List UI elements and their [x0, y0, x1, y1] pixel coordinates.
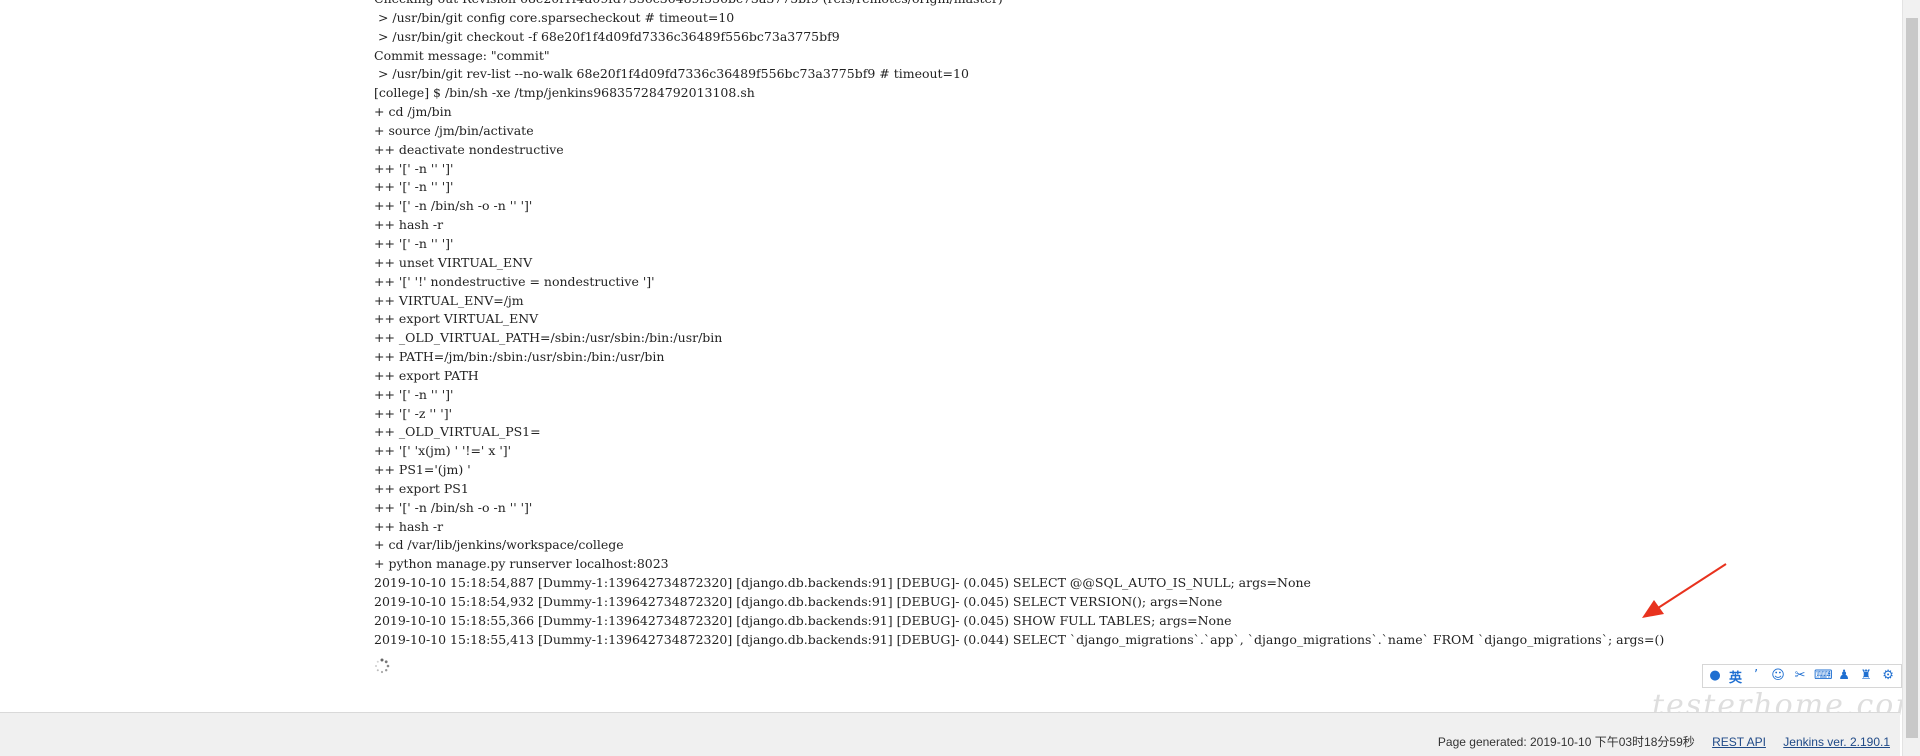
console-line: ++ '[' -n '' ']': [374, 386, 454, 402]
console-line: ++ '[' -n /bin/sh -o -n '' ']': [374, 198, 533, 214]
console-line: > /usr/bin/git checkout -f 68e20f1f4d09f…: [374, 28, 840, 44]
console-line: Commit message: "commit": [374, 47, 550, 63]
user-icon[interactable]: ♟: [1836, 668, 1852, 684]
console-line: 2019-10-10 15:18:55,413 [Dummy-1:1396427…: [374, 631, 1665, 647]
console-line: ++ '[' 'x(jm) ' '!=' x ']': [374, 443, 512, 459]
console-line: ++ export VIRTUAL_ENV: [374, 311, 539, 327]
console-line: + cd /var/lib/jenkins/workspace/college: [374, 537, 624, 553]
settings-gear-icon[interactable]: ⚙: [1880, 668, 1896, 684]
console-line: ++ deactivate nondestructive: [374, 141, 564, 157]
console-line: ++ hash -r: [374, 217, 444, 233]
ime-toolbar[interactable]: ● 英 ’ ☺ ✂ ⌨ ♟ ♜ ⚙: [1702, 664, 1902, 688]
console-line: ++ '[' -n '' ']': [374, 160, 454, 176]
console-output: Checking out Revision 68e20f1f4d09fd7336…: [374, 0, 1874, 650]
console-line: ++ VIRTUAL_ENV=/jm: [374, 292, 524, 308]
console-line: ++ '[' '!' nondestructive = nondestructi…: [374, 273, 655, 289]
keyboard-icon[interactable]: ⌨: [1814, 668, 1833, 684]
punctuation-icon[interactable]: ’: [1748, 668, 1764, 684]
console-line: + cd /jm/bin: [374, 104, 452, 120]
console-line: ++ PS1='(jm) ': [374, 462, 471, 478]
footer-content: Page generated: 2019-10-10 下午03时18分59秒 R…: [1438, 733, 1890, 750]
skin-shirt-icon[interactable]: ♜: [1858, 668, 1874, 684]
console-line: > /usr/bin/git config core.sparsecheckou…: [374, 9, 735, 25]
console-line: ++ PATH=/jm/bin:/sbin:/usr/sbin:/bin:/us…: [374, 349, 665, 365]
annotation-arrow: [1642, 563, 1727, 618]
console-line: ++ _OLD_VIRTUAL_PATH=/sbin:/usr/sbin:/bi…: [374, 330, 723, 346]
emoji-icon[interactable]: ☺: [1770, 668, 1786, 684]
console-line: ++ '[' -z '' ']': [374, 405, 453, 421]
rest-api-link[interactable]: REST API: [1712, 735, 1766, 749]
console-line: ++ '[' -n '' ']': [374, 179, 454, 195]
console-line: [college] $ /bin/sh -xe /tmp/jenkins9683…: [374, 85, 755, 101]
console-line: ++ export PATH: [374, 367, 479, 383]
scrollbar-thumb[interactable]: [1906, 18, 1918, 738]
page-footer: Page generated: 2019-10-10 下午03时18分59秒 R…: [0, 712, 1900, 756]
console-line: ++ unset VIRTUAL_ENV: [374, 254, 533, 270]
console-line: ++ '[' -n '' ']': [374, 235, 454, 251]
scissors-icon[interactable]: ✂: [1792, 668, 1808, 684]
ime-logo-icon[interactable]: ●: [1707, 668, 1723, 684]
console-line: > /usr/bin/git rev-list --no-walk 68e20f…: [374, 66, 969, 82]
ime-language-toggle[interactable]: 英: [1729, 667, 1742, 686]
loading-spinner-icon: [375, 658, 390, 674]
console-line: ++ hash -r: [374, 518, 444, 534]
page-generated-text: Page generated: 2019-10-10 下午03时18分59秒: [1437, 735, 1695, 749]
console-line: Checking out Revision 68e20f1f4d09fd7336…: [374, 0, 1874, 9]
console-line: ++ _OLD_VIRTUAL_PS1=: [374, 424, 541, 440]
console-line: + source /jm/bin/activate: [374, 122, 534, 138]
vertical-scrollbar[interactable]: [1902, 0, 1920, 756]
console-line: ++ '[' -n /bin/sh -o -n '' ']': [374, 499, 533, 515]
jenkins-version-link[interactable]: Jenkins ver. 2.190.1: [1783, 735, 1890, 749]
console-line: ++ export PS1: [374, 480, 469, 496]
